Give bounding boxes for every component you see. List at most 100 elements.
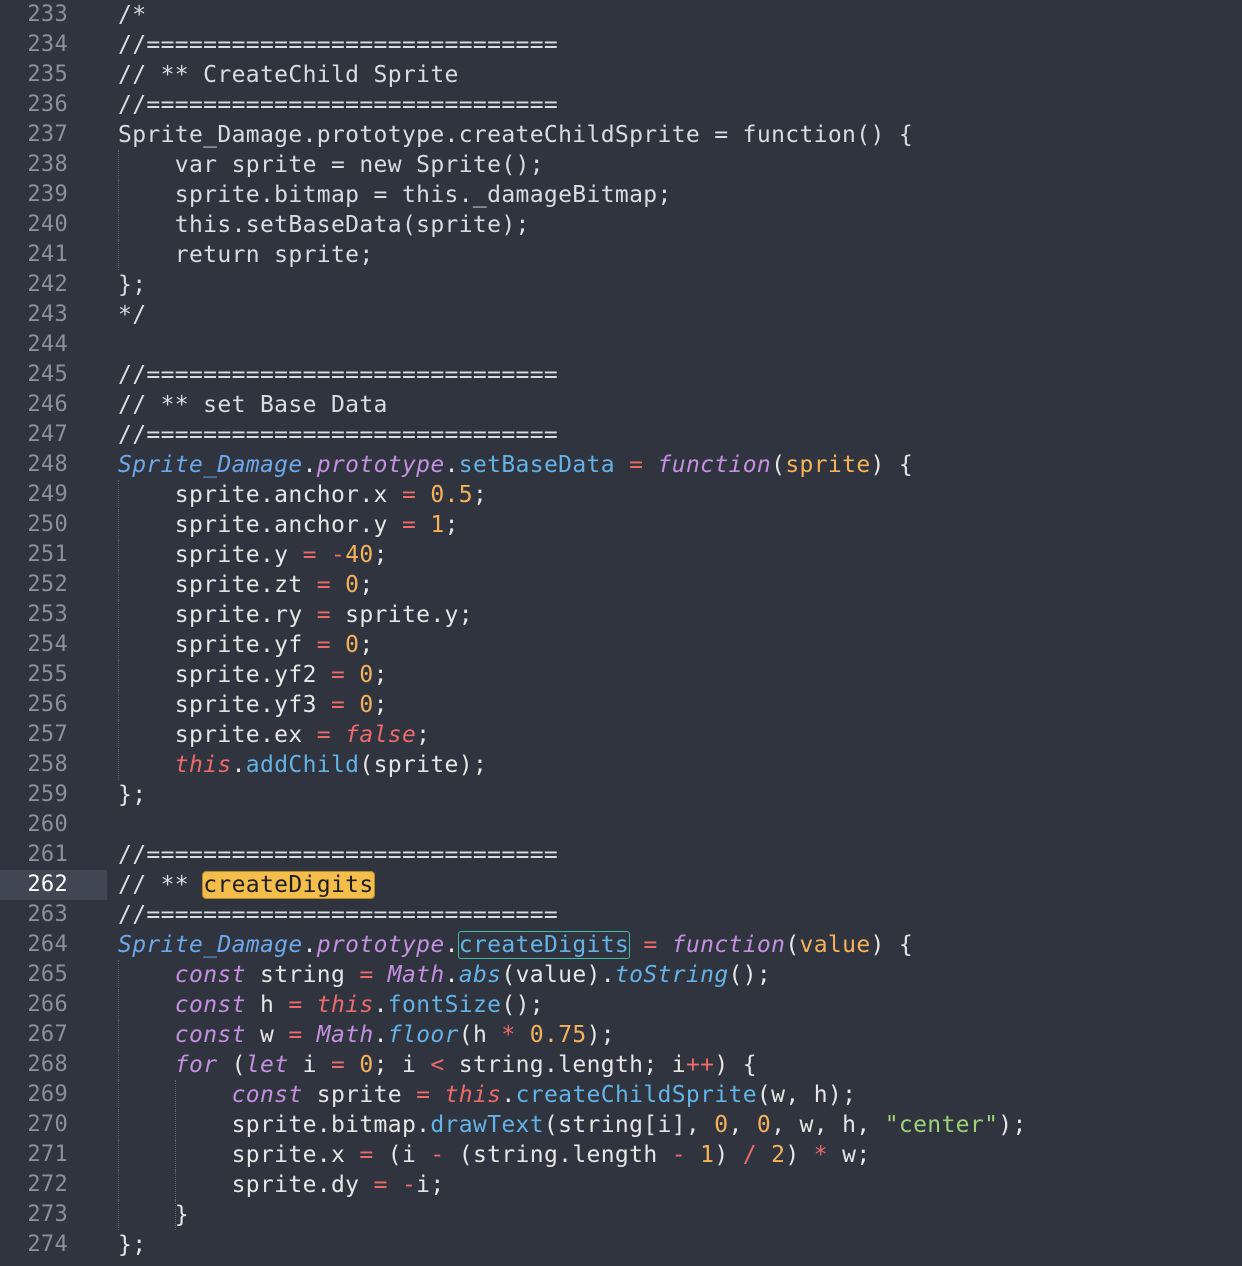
code-text[interactable]: Sprite_Damage.prototype.setBaseData = fu…: [118, 450, 913, 480]
code-line[interactable]: 249 sprite.anchor.x = 0.5;: [0, 480, 1242, 510]
line-number: 244: [27, 332, 68, 357]
code-text[interactable]: const h = this.fontSize();: [118, 990, 544, 1020]
code-line[interactable]: 233 /*: [0, 0, 1242, 30]
code-text[interactable]: sprite.zt = 0;: [118, 570, 374, 600]
code-line[interactable]: 272 sprite.dy = -i;: [0, 1170, 1242, 1200]
code-line[interactable]: 250 sprite.anchor.y = 1;: [0, 510, 1242, 540]
code-text[interactable]: sprite.bitmap.drawText(string[i], 0, 0, …: [118, 1110, 1027, 1140]
code-text[interactable]: //=============================: [118, 30, 558, 60]
code-line[interactable]: 241 return sprite;: [0, 240, 1242, 270]
code-text[interactable]: const sprite = this.createChildSprite(w,…: [118, 1080, 856, 1110]
code-line[interactable]: 258 this.addChild(sprite);: [0, 750, 1242, 780]
code-text[interactable]: */: [118, 300, 146, 330]
code-text[interactable]: var sprite = new Sprite();: [118, 150, 544, 180]
code-text[interactable]: const w = Math.floor(h * 0.75);: [118, 1020, 615, 1050]
code-line[interactable]: 261 //=============================: [0, 840, 1242, 870]
code-line[interactable]: 240 this.setBaseData(sprite);: [0, 210, 1242, 240]
code-line[interactable]: 271 sprite.x = (i - (string.length - 1) …: [0, 1140, 1242, 1170]
code-text[interactable]: // ** set Base Data: [118, 390, 388, 420]
line-number: 250: [27, 512, 68, 537]
code-line[interactable]: 266 const h = this.fontSize();: [0, 990, 1242, 1020]
code-text[interactable]: Sprite_Damage.prototype.createDigits = f…: [118, 930, 913, 960]
code-line[interactable]: 269 const sprite = this.createChildSprit…: [0, 1080, 1242, 1110]
code-line[interactable]: 236 //=============================: [0, 90, 1242, 120]
code-line[interactable]: 237 Sprite_Damage.prototype.createChildSp…: [0, 120, 1242, 150]
line-number: 253: [27, 602, 68, 627]
code-token: ; i: [373, 1052, 431, 1078]
code-editor[interactable]: 233/* 234//============================= 2…: [0, 0, 1242, 1266]
selected-word: createDigits: [457, 931, 631, 959]
code-line[interactable]: 255 sprite.yf2 = 0;: [0, 660, 1242, 690]
code-text[interactable]: sprite.bitmap = this._damageBitmap;: [118, 180, 672, 210]
code-token: ) {: [714, 1052, 757, 1078]
code-line[interactable]: 256 sprite.yf3 = 0;: [0, 690, 1242, 720]
code-text[interactable]: sprite.yf = 0;: [118, 630, 374, 660]
code-text[interactable]: sprite.yf2 = 0;: [118, 660, 388, 690]
code-token: const: [174, 992, 246, 1018]
code-line[interactable]: 244: [0, 330, 1242, 360]
code-line[interactable]: 267 const w = Math.floor(h * 0.75);: [0, 1020, 1242, 1050]
code-text[interactable]: return sprite;: [118, 240, 374, 270]
code-text[interactable]: //=============================: [118, 840, 558, 870]
code-line[interactable]: 253 sprite.ry = sprite.y;: [0, 600, 1242, 630]
code-token: -: [330, 542, 346, 568]
code-line[interactable]: 274};: [0, 1230, 1242, 1260]
code-line[interactable]: 270 sprite.bitmap.drawText(string[i], 0,…: [0, 1110, 1242, 1140]
code-text[interactable]: // ** CreateChild Sprite: [118, 60, 459, 90]
code-line[interactable]: 268 for (let i = 0; i < string.length; i…: [0, 1050, 1242, 1080]
code-text[interactable]: /*: [118, 0, 146, 30]
code-line[interactable]: 262 // ** createDigits: [0, 870, 1242, 900]
code-line[interactable]: 246 // ** set Base Data: [0, 390, 1242, 420]
code-line[interactable]: 259};: [0, 780, 1242, 810]
code-line[interactable]: 242};: [0, 270, 1242, 300]
code-line[interactable]: 265 const string = Math.abs(value).toStr…: [0, 960, 1242, 990]
code-text[interactable]: this.setBaseData(sprite);: [118, 210, 530, 240]
code-text[interactable]: sprite.yf3 = 0;: [118, 690, 388, 720]
code-text[interactable]: this.addChild(sprite);: [118, 750, 487, 780]
code-line[interactable]: 257 sprite.ex = false;: [0, 720, 1242, 750]
code-text[interactable]: sprite.x = (i - (string.length - 1) / 2)…: [118, 1140, 871, 1170]
code-text[interactable]: sprite.ex = false;: [118, 720, 430, 750]
code-line[interactable]: 264 Sprite_Damage.prototype.createDigits …: [0, 930, 1242, 960]
code-text[interactable]: Sprite_Damage.prototype.createChildSprit…: [118, 120, 913, 150]
code-line[interactable]: 252 sprite.zt = 0;: [0, 570, 1242, 600]
code-line[interactable]: 263 //=============================: [0, 900, 1242, 930]
code-text[interactable]: // ** createDigits: [118, 870, 375, 900]
code-token: fontSize: [387, 992, 502, 1018]
code-text[interactable]: };: [118, 780, 146, 810]
code-text[interactable]: }: [118, 1200, 189, 1230]
code-text[interactable]: sprite.dy = -i;: [118, 1170, 445, 1200]
code-text[interactable]: //=============================: [118, 420, 558, 450]
code-line[interactable]: 247 //=============================: [0, 420, 1242, 450]
code-text[interactable]: //=============================: [118, 360, 558, 390]
code-line[interactable]: 260: [0, 810, 1242, 840]
code-text[interactable]: sprite.anchor.x = 0.5;: [118, 480, 487, 510]
code-text[interactable]: sprite.anchor.y = 1;: [118, 510, 459, 540]
code-line[interactable]: 238 var sprite = new Sprite();: [0, 150, 1242, 180]
code-line[interactable]: 254 sprite.yf = 0;: [0, 630, 1242, 660]
code-token: =: [330, 1052, 346, 1078]
code-text[interactable]: //=============================: [118, 90, 558, 120]
code-text[interactable]: sprite.y = -40;: [118, 540, 388, 570]
code-text[interactable]: };: [118, 270, 146, 300]
code-text[interactable]: //=============================: [118, 900, 558, 930]
code-line[interactable]: 245 //=============================: [0, 360, 1242, 390]
code-text[interactable]: for (let i = 0; i < string.length; i++) …: [118, 1050, 757, 1080]
code-text[interactable]: };: [118, 1230, 146, 1260]
code-line[interactable]: 248 Sprite_Damage.prototype.setBaseData =…: [0, 450, 1242, 480]
code-token: abs: [458, 962, 502, 988]
code-text[interactable]: sprite.ry = sprite.y;: [118, 600, 473, 630]
code-line[interactable]: 243 */: [0, 300, 1242, 330]
code-text[interactable]: const string = Math.abs(value).toString(…: [118, 960, 771, 990]
code-line[interactable]: 273 }: [0, 1200, 1242, 1230]
code-line[interactable]: 239 sprite.bitmap = this._damageBitmap;: [0, 180, 1242, 210]
code-line[interactable]: 234 //=============================: [0, 30, 1242, 60]
code-token: =: [288, 992, 303, 1018]
code-line[interactable]: 251 sprite.y = -40;: [0, 540, 1242, 570]
code-line[interactable]: 235 // ** CreateChild Sprite: [0, 60, 1242, 90]
